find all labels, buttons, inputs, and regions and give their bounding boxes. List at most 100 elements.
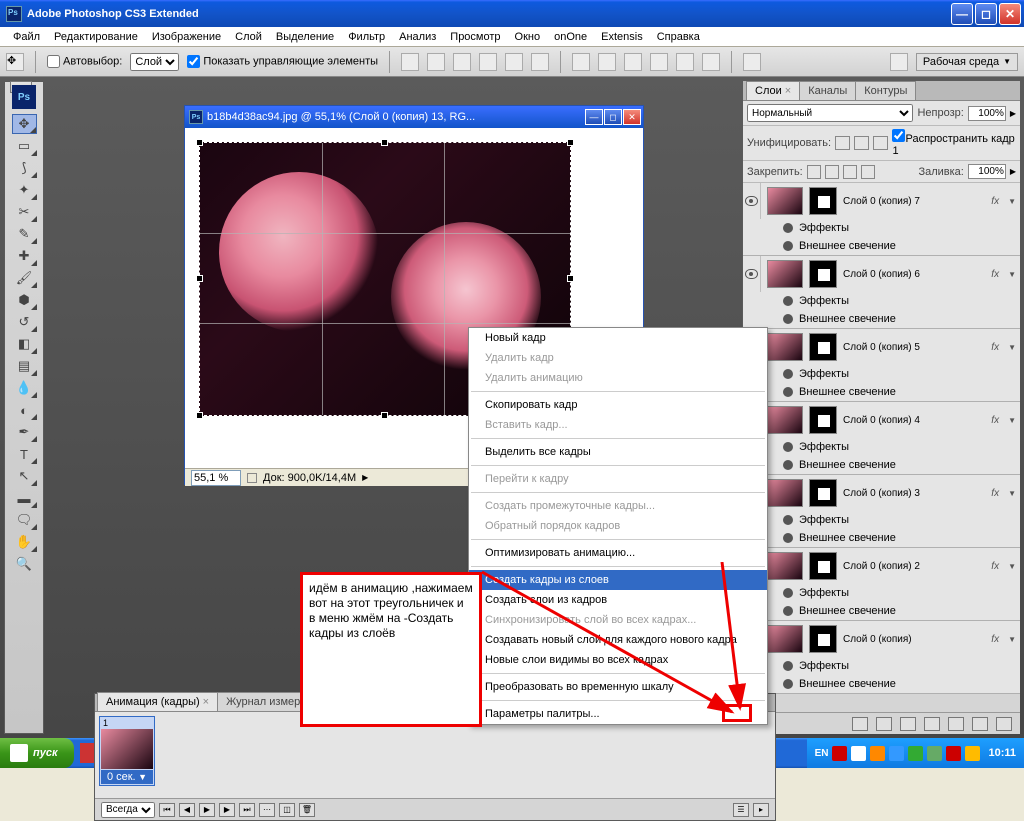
menu-item[interactable]: Создать кадры из слоев <box>469 570 767 590</box>
adjustment-layer-icon[interactable] <box>924 717 940 731</box>
fx-badge[interactable]: fx <box>991 342 999 353</box>
menu-анализ[interactable]: Анализ <box>392 29 443 45</box>
tray-icon[interactable] <box>889 746 904 761</box>
effect-item[interactable]: Внешнее свечение <box>743 456 1020 474</box>
history-brush-tool[interactable]: ↺ <box>12 312 37 332</box>
layer-row[interactable]: Слой 0 (копия) 3fx▼ <box>743 475 1020 511</box>
effects-row[interactable]: Эффекты <box>743 584 1020 602</box>
menu-item[interactable]: Скопировать кадр <box>469 395 767 415</box>
crop-tool[interactable]: ✂ <box>12 202 37 222</box>
menu-фильтр[interactable]: Фильтр <box>341 29 392 45</box>
tab-measurement-log[interactable]: Журнал измер <box>217 692 309 711</box>
heal-tool[interactable]: ✚ <box>12 246 37 266</box>
tray-icon[interactable] <box>870 746 885 761</box>
hand-tool[interactable]: ✋ <box>12 532 37 552</box>
menu-выделение[interactable]: Выделение <box>269 29 341 45</box>
visibility-toggle[interactable] <box>743 183 761 219</box>
timeline-toggle-button[interactable]: ☰ <box>733 803 749 817</box>
tray-icon[interactable] <box>908 746 923 761</box>
delete-frame-button[interactable]: 🗑 <box>299 803 315 817</box>
propagate-checkbox[interactable]: Распространить кадр 1 <box>892 129 1016 157</box>
align-icon[interactable] <box>531 53 549 71</box>
link-layers-icon[interactable] <box>852 717 868 731</box>
tab-paths[interactable]: Контуры <box>855 81 916 100</box>
effects-row[interactable]: Эффекты <box>743 511 1020 529</box>
fx-badge[interactable]: fx <box>991 269 999 280</box>
first-frame-button[interactable]: ⏮ <box>159 803 175 817</box>
effects-row[interactable]: Эффекты <box>743 292 1020 310</box>
effect-item[interactable]: Внешнее свечение <box>743 529 1020 547</box>
dodge-tool[interactable]: ◐ <box>12 400 37 420</box>
menu-item[interactable]: Преобразовать во временную шкалу <box>469 677 767 697</box>
effect-item[interactable]: Внешнее свечение <box>743 602 1020 620</box>
shape-tool[interactable]: ▬ <box>12 488 37 508</box>
doc-close-button[interactable]: ✕ <box>623 109 641 125</box>
layer-row[interactable]: Слой 0 (копия)fx▼ <box>743 621 1020 657</box>
menu-item[interactable]: Выделить все кадры <box>469 442 767 462</box>
zoom-field[interactable]: 55,1 % <box>191 470 241 486</box>
marquee-tool[interactable]: ▭ <box>12 136 37 156</box>
next-frame-button[interactable]: ▶ <box>219 803 235 817</box>
path-select-tool[interactable]: ↖ <box>12 466 37 486</box>
prev-frame-button[interactable]: ◀ <box>179 803 195 817</box>
clock[interactable]: 10:11 <box>988 747 1016 759</box>
lock-pixels-icon[interactable] <box>825 165 839 179</box>
animation-frame[interactable]: 1 0 сек. ▼ <box>99 716 155 786</box>
auto-align-icon[interactable] <box>743 53 761 71</box>
tray-icon[interactable] <box>946 746 961 761</box>
lock-pos-icon[interactable] <box>843 165 857 179</box>
effect-item[interactable]: Внешнее свечение <box>743 237 1020 255</box>
align-icon[interactable] <box>401 53 419 71</box>
type-tool[interactable]: T <box>12 444 37 464</box>
autoselect-target[interactable]: Слой <box>130 53 179 71</box>
opacity-input[interactable] <box>968 106 1006 121</box>
autoselect-checkbox[interactable]: Автовыбор: <box>47 55 122 68</box>
minimize-button[interactable]: — <box>951 3 973 25</box>
lock-trans-icon[interactable] <box>807 165 821 179</box>
distribute-icon[interactable] <box>702 53 720 71</box>
eyedropper-tool[interactable]: ✎ <box>12 224 37 244</box>
fx-badge[interactable]: fx <box>991 415 999 426</box>
menu-редактирование[interactable]: Редактирование <box>47 29 145 45</box>
language-indicator[interactable]: EN <box>815 748 829 759</box>
layer-row[interactable]: Слой 0 (копия) 2fx▼ <box>743 548 1020 584</box>
lock-all-icon[interactable] <box>861 165 875 179</box>
menu-справка[interactable]: Справка <box>650 29 707 45</box>
tab-animation-frames[interactable]: Анимация (кадры)× <box>97 692 218 711</box>
tray-icon[interactable] <box>832 746 847 761</box>
tray-icon[interactable] <box>851 746 866 761</box>
fx-badge[interactable]: fx <box>991 488 999 499</box>
wand-tool[interactable]: ✦ <box>12 180 37 200</box>
layer-row[interactable]: Слой 0 (копия) 5fx▼ <box>743 329 1020 365</box>
tab-layers[interactable]: Слои× <box>746 81 800 100</box>
start-button[interactable]: пуск <box>0 738 74 768</box>
flyout-menu-button[interactable]: ▸ <box>753 803 769 817</box>
show-controls-checkbox[interactable]: Показать управляющие элементы <box>187 55 378 68</box>
effects-row[interactable]: Эффекты <box>743 438 1020 456</box>
tray-icon[interactable] <box>927 746 942 761</box>
menu-изображение[interactable]: Изображение <box>145 29 228 45</box>
new-frame-button[interactable]: ◫ <box>279 803 295 817</box>
distribute-icon[interactable] <box>650 53 668 71</box>
menu-просмотр[interactable]: Просмотр <box>443 29 507 45</box>
distribute-icon[interactable] <box>572 53 590 71</box>
effect-item[interactable]: Внешнее свечение <box>743 383 1020 401</box>
menu-файл[interactable]: Файл <box>6 29 47 45</box>
nav-proxy-icon[interactable] <box>247 473 257 483</box>
distribute-icon[interactable] <box>624 53 642 71</box>
effects-row[interactable]: Эффекты <box>743 365 1020 383</box>
tween-button[interactable]: ⋯ <box>259 803 275 817</box>
delete-layer-icon[interactable] <box>996 717 1012 731</box>
effect-item[interactable]: Внешнее свечение <box>743 310 1020 328</box>
fx-badge[interactable]: fx <box>991 196 999 207</box>
menu-item[interactable]: Создавать новый слой для каждого нового … <box>469 630 767 650</box>
menu-окно[interactable]: Окно <box>508 29 548 45</box>
loop-select[interactable]: Всегда <box>101 802 155 818</box>
notes-tool[interactable]: 🗨 <box>12 510 37 530</box>
effects-row[interactable]: Эффекты <box>743 657 1020 675</box>
blend-mode-select[interactable]: Нормальный <box>747 104 913 122</box>
menu-item[interactable]: Создать слои из кадров <box>469 590 767 610</box>
distribute-icon[interactable] <box>676 53 694 71</box>
layer-row[interactable]: Слой 0 (копия) 7fx▼ <box>743 183 1020 219</box>
menu-item[interactable]: Новый кадр <box>469 328 767 348</box>
